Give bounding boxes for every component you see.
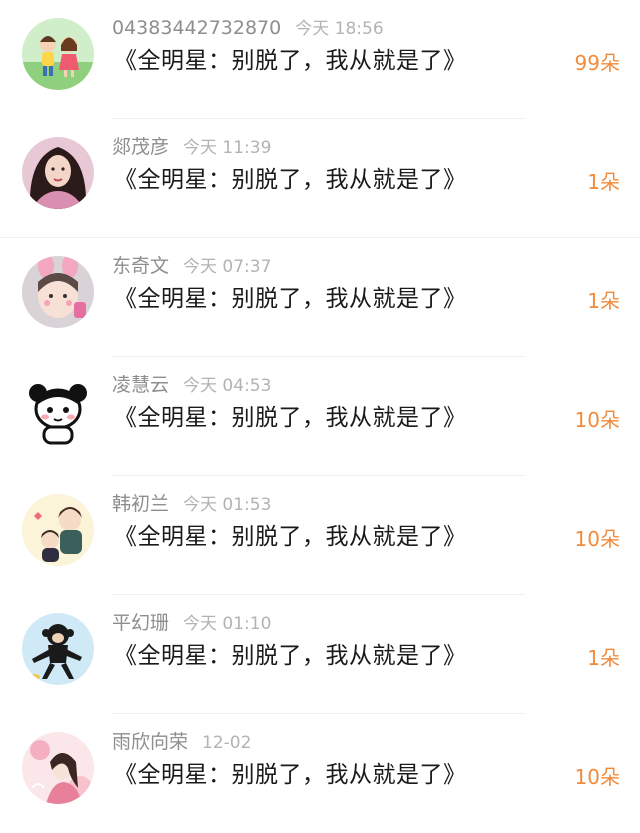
list-item[interactable]: 郯茂彦 今天 11:39 《全明星：别脱了，我从就是了》 1朵 <box>0 119 640 238</box>
user-avatar[interactable] <box>22 494 94 566</box>
flower-count: 1朵 <box>587 170 620 194</box>
user-avatar[interactable] <box>22 18 94 90</box>
sender-name[interactable]: 韩初兰 <box>112 493 169 515</box>
message-text[interactable]: 《全明星：别脱了，我从就是了》 <box>114 401 467 435</box>
user-avatar[interactable] <box>22 613 94 685</box>
list-item[interactable]: 凌慧云 今天 04:53 《全明星：别脱了，我从就是了》 10朵 <box>0 357 640 476</box>
monkey-cartoon-icon <box>22 613 94 685</box>
sender-name[interactable]: 郯茂彦 <box>112 136 169 158</box>
user-avatar[interactable] <box>22 137 94 209</box>
message-text[interactable]: 《全明星：别脱了，我从就是了》 <box>114 520 467 554</box>
sent-time: 今天 01:10 <box>183 614 272 634</box>
panda-cartoon-icon <box>22 375 94 447</box>
child-bunny-ears-icon <box>22 256 94 328</box>
boy-girl-cartoon-icon <box>22 18 94 90</box>
woman-photo-icon <box>22 137 94 209</box>
message-text[interactable]: 《全明星：别脱了，我从就是了》 <box>114 44 467 78</box>
list-item[interactable]: 雨欣向荣 12-02 《全明星：别脱了，我从就是了》 10朵 <box>0 714 640 833</box>
anime-boys-icon <box>22 494 94 566</box>
sender-name[interactable]: 04383442732870 <box>112 17 281 39</box>
flower-count: 99朵 <box>574 51 620 75</box>
sent-time: 今天 04:53 <box>183 376 272 396</box>
user-avatar[interactable] <box>22 375 94 447</box>
sender-name[interactable]: 平幻珊 <box>112 612 169 634</box>
pink-flower-girl-icon <box>22 732 94 804</box>
user-avatar[interactable] <box>22 732 94 804</box>
list-item[interactable]: 04383442732870 今天 18:56 《全明星：别脱了，我从就是了》 9… <box>0 0 640 119</box>
gift-record-list: 04383442732870 今天 18:56 《全明星：别脱了，我从就是了》 9… <box>0 0 640 833</box>
message-text[interactable]: 《全明星：别脱了，我从就是了》 <box>114 639 467 673</box>
sender-name[interactable]: 东奇文 <box>112 255 169 277</box>
flower-count: 1朵 <box>587 646 620 670</box>
list-item[interactable]: 平幻珊 今天 01:10 《全明星：别脱了，我从就是了》 1朵 <box>0 595 640 714</box>
sent-time: 今天 18:56 <box>295 19 384 39</box>
flower-count: 10朵 <box>574 527 620 551</box>
flower-count: 10朵 <box>574 408 620 432</box>
flower-count: 1朵 <box>587 289 620 313</box>
flower-count: 10朵 <box>574 765 620 789</box>
message-text[interactable]: 《全明星：别脱了，我从就是了》 <box>114 282 467 316</box>
message-text[interactable]: 《全明星：别脱了，我从就是了》 <box>114 758 467 792</box>
sender-name[interactable]: 雨欣向荣 <box>112 731 188 753</box>
sent-time: 今天 07:37 <box>183 257 272 277</box>
message-text[interactable]: 《全明星：别脱了，我从就是了》 <box>114 163 467 197</box>
list-item[interactable]: 东奇文 今天 07:37 《全明星：别脱了，我从就是了》 1朵 <box>0 238 640 357</box>
user-avatar[interactable] <box>22 256 94 328</box>
list-item[interactable]: 韩初兰 今天 01:53 《全明星：别脱了，我从就是了》 10朵 <box>0 476 640 595</box>
sent-time: 今天 01:53 <box>183 495 272 515</box>
sent-time: 12-02 <box>202 733 252 753</box>
sent-time: 今天 11:39 <box>183 138 272 158</box>
sender-name[interactable]: 凌慧云 <box>112 374 169 396</box>
